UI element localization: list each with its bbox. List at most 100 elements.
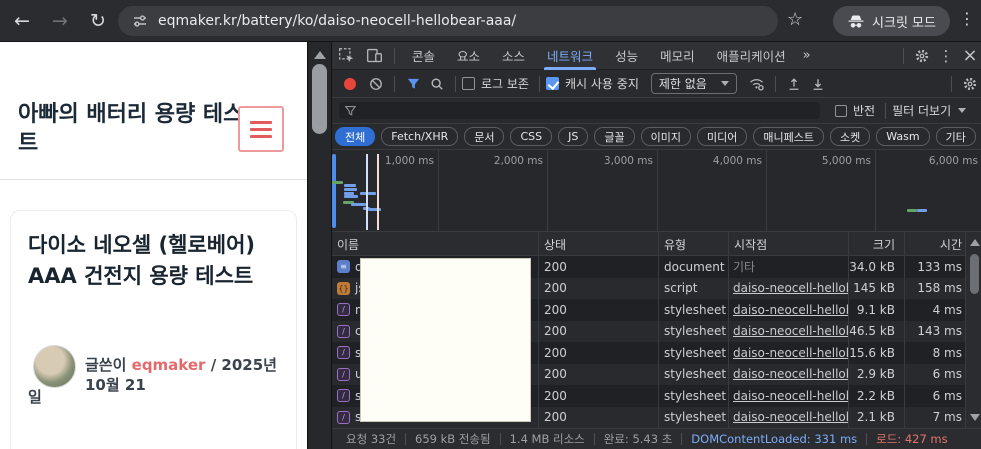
- byline-date-wrap: 일: [28, 386, 42, 407]
- request-size: 2.1 kB: [848, 407, 904, 429]
- back-icon[interactable]: ←: [8, 7, 36, 35]
- article-title[interactable]: 다이소 네오셀 (헬로베어) AAA 건전지 용량 테스트: [28, 230, 282, 292]
- request-filter-chip[interactable]: 이미지: [641, 127, 691, 146]
- timeline-tick-label: 4,000 ms: [704, 155, 762, 167]
- export-har-icon[interactable]: [806, 72, 830, 96]
- request-type-icon: /: [337, 346, 350, 359]
- search-icon[interactable]: [425, 72, 449, 96]
- chevron-down-icon: [721, 81, 729, 86]
- author-avatar: [33, 345, 76, 388]
- request-size: 46.5 kB: [848, 321, 904, 343]
- url-text: eqmaker.kr/battery/ko/daiso-neocell-hell…: [158, 13, 516, 29]
- request-initiator[interactable]: daiso-neocell-hellobe: [728, 385, 848, 407]
- clear-icon[interactable]: [364, 72, 388, 96]
- hamburger-menu-button[interactable]: [238, 106, 284, 152]
- request-status: 200: [538, 385, 658, 407]
- invert-checkbox[interactable]: [835, 105, 847, 117]
- request-initiator[interactable]: 기타: [728, 256, 848, 278]
- scroll-up-icon[interactable]: [314, 51, 326, 59]
- import-har-icon[interactable]: [782, 72, 806, 96]
- request-size: 15.6 kB: [848, 342, 904, 364]
- column-size[interactable]: 크기: [848, 232, 904, 256]
- record-icon[interactable]: [344, 78, 356, 90]
- more-tabs-icon[interactable]: »: [797, 48, 817, 63]
- inspect-icon[interactable]: [332, 42, 360, 70]
- author-link[interactable]: eqmaker: [132, 356, 206, 374]
- request-filter-chip[interactable]: 소켓: [830, 127, 870, 146]
- request-type-icon: /: [337, 411, 350, 424]
- scrollbar-thumb[interactable]: [970, 254, 979, 294]
- status-bar-item: 659 kB 전송됨: [406, 431, 500, 447]
- filter-funnel-icon[interactable]: [401, 72, 425, 96]
- request-time: 6 ms: [904, 364, 965, 386]
- column-status[interactable]: 상태: [538, 232, 658, 256]
- devtools-tab[interactable]: 소스: [491, 42, 536, 70]
- devtools-tabbar: 콘솔요소소스네트워크성능메모리애플리케이션 » ⋮ ×: [332, 42, 981, 70]
- device-toolbar-icon[interactable]: [360, 42, 388, 70]
- devtools-tab[interactable]: 메모리: [649, 42, 706, 70]
- network-overview-timeline[interactable]: 1,000 ms2,000 ms3,000 ms4,000 ms5,000 ms…: [332, 150, 981, 232]
- byline: 글쓴이 eqmaker / 2025년 10월 21: [85, 355, 290, 395]
- devtools-tab[interactable]: 네트워크: [536, 42, 604, 70]
- devtools-tab[interactable]: 애플리케이션: [706, 42, 797, 70]
- request-initiator[interactable]: daiso-neocell-hellobe: [728, 364, 848, 386]
- request-filter-chip[interactable]: 기타: [936, 127, 976, 146]
- timeline-handle[interactable]: [332, 154, 336, 228]
- devtools-menu-icon[interactable]: ⋮: [934, 42, 958, 70]
- site-info-icon[interactable]: [132, 13, 148, 29]
- network-status-bar: 요청 33건659 kB 전송됨1.4 MB 리소스완료: 5.43 초DOMC…: [332, 428, 981, 449]
- request-type: stylesheet: [658, 342, 728, 364]
- browser-menu-icon[interactable]: ⋮: [957, 9, 977, 28]
- column-name[interactable]: 이름: [332, 232, 538, 256]
- settings-gear-icon[interactable]: [910, 42, 934, 70]
- preserve-log-checkbox[interactable]: [462, 77, 475, 90]
- request-type-icon: /: [337, 303, 350, 316]
- column-initiator[interactable]: 시작점: [728, 232, 848, 256]
- request-filter-chip[interactable]: Wasm: [876, 127, 929, 146]
- timeline-request-bar: [351, 203, 366, 206]
- page-scrollbar[interactable]: [307, 42, 331, 449]
- timeline-request-bar: [907, 209, 917, 212]
- table-scrollbar[interactable]: [965, 232, 981, 428]
- disable-cache-checkbox[interactable]: [546, 77, 559, 90]
- network-settings-gear-icon[interactable]: [958, 72, 981, 96]
- scrollbar-thumb[interactable]: [312, 64, 327, 134]
- filter-input[interactable]: [339, 102, 820, 119]
- request-filter-chip[interactable]: 문서: [464, 127, 504, 146]
- request-filter-chip[interactable]: 글꼴: [594, 127, 634, 146]
- bookmark-star-icon[interactable]: ☆: [787, 9, 803, 30]
- request-initiator[interactable]: daiso-neocell-hellobe: [728, 342, 848, 364]
- request-filter-chip[interactable]: 매니페스트: [753, 127, 824, 146]
- request-initiator[interactable]: daiso-neocell-hellobe: [728, 407, 848, 429]
- header-divider: [0, 179, 307, 180]
- request-filter-chip[interactable]: Fetch/XHR: [381, 127, 458, 146]
- chevron-down-icon: [958, 108, 966, 113]
- incognito-icon: [847, 14, 865, 29]
- request-filter-chip[interactable]: 전체: [335, 127, 375, 146]
- request-filter-chip[interactable]: 미디어: [697, 127, 747, 146]
- request-initiator[interactable]: daiso-neocell-hellobe: [728, 321, 848, 343]
- forward-icon[interactable]: →: [46, 7, 74, 35]
- throttling-select[interactable]: 제한 없음: [651, 73, 737, 94]
- request-filter-chip[interactable]: CSS: [510, 127, 552, 146]
- timeline-tick-label: 6,000 ms: [920, 155, 978, 167]
- column-type[interactable]: 유형: [658, 232, 728, 256]
- request-filter-chip[interactable]: JS: [558, 127, 588, 146]
- scroll-up-icon[interactable]: [970, 239, 980, 246]
- timeline-request-bar: [368, 208, 381, 211]
- site-title[interactable]: 아빠의 배터리 용량 테스트: [18, 100, 253, 158]
- devtools-tab[interactable]: 콘솔: [401, 42, 446, 70]
- close-icon[interactable]: ×: [958, 42, 981, 70]
- reload-icon[interactable]: ↻: [84, 7, 112, 35]
- scroll-down-icon[interactable]: [970, 414, 980, 421]
- more-filters-button[interactable]: 필터 더보기: [892, 102, 966, 119]
- devtools-tab[interactable]: 요소: [446, 42, 491, 70]
- devtools-tab[interactable]: 성능: [604, 42, 649, 70]
- request-time: 143 ms: [904, 321, 965, 343]
- request-initiator[interactable]: daiso-neocell-hellobe: [728, 299, 848, 321]
- column-time[interactable]: 시간: [904, 232, 965, 256]
- network-conditions-icon[interactable]: [745, 72, 769, 96]
- request-initiator[interactable]: daiso-neocell-hellobe: [728, 278, 848, 300]
- request-time: 7 ms: [904, 407, 965, 429]
- address-bar[interactable]: eqmaker.kr/battery/ko/daiso-neocell-hell…: [118, 6, 778, 36]
